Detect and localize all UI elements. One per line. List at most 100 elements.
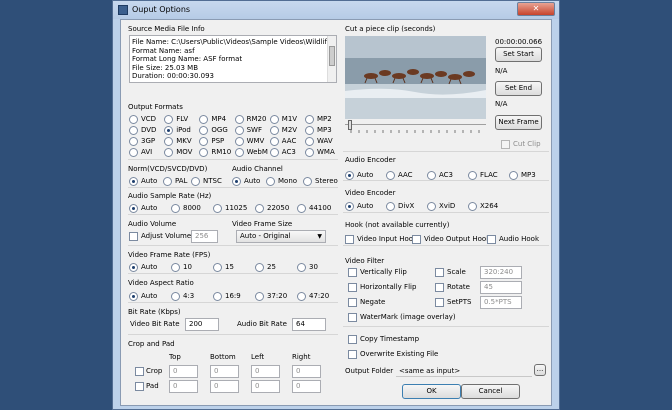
crop-bottom-field[interactable]: 0 (210, 365, 239, 378)
format-rm20-radio[interactable] (234, 115, 244, 124)
pad-bottom-field[interactable]: 0 (210, 380, 239, 393)
set-start-button[interactable]: Set Start (495, 47, 542, 62)
audio-encoder-auto-radio[interactable] (345, 171, 354, 180)
norm-auto-radio[interactable] (129, 177, 138, 186)
sample-rate-auto-radio[interactable] (129, 204, 138, 213)
format-dvd-radio[interactable] (129, 126, 138, 135)
sample-rate-44100-radio[interactable] (297, 204, 306, 213)
rotate-field[interactable]: 45 (480, 281, 522, 294)
format-mkv-radio[interactable] (164, 137, 174, 146)
norm-pal-radio[interactable] (163, 177, 172, 186)
norm-auto-label: Auto (141, 177, 158, 185)
aspect-47-20-radio[interactable] (297, 292, 306, 301)
volume-field[interactable]: 256 (191, 230, 218, 243)
scale-field[interactable]: 320:240 (480, 266, 522, 279)
negate-checkbox[interactable] (348, 298, 357, 307)
pad-left-field[interactable]: 0 (251, 380, 280, 393)
video-encoder-xvid-label: XviD (439, 202, 456, 210)
format-avi-radio[interactable] (129, 148, 138, 157)
audio-encoder-mp3-radio[interactable] (509, 171, 518, 180)
clip-slider-thumb[interactable] (348, 120, 352, 130)
set-end-button[interactable]: Set End (495, 81, 542, 96)
frame-rate-25-radio[interactable] (255, 263, 264, 272)
crop-checkbox[interactable] (135, 367, 144, 376)
format-mov-radio[interactable] (164, 148, 174, 157)
frame-rate-10-radio[interactable] (171, 263, 180, 272)
crop-right-field[interactable]: 0 (292, 365, 321, 378)
format-rm10-radio[interactable] (199, 148, 209, 157)
pad-right-field[interactable]: 0 (292, 380, 321, 393)
video-encoder-xvid-radio[interactable] (427, 202, 436, 211)
hflip-checkbox[interactable] (348, 283, 357, 292)
format-wma-radio[interactable] (305, 148, 314, 157)
aspect-16-9-radio[interactable] (213, 292, 222, 301)
ok-button[interactable]: OK (402, 384, 461, 399)
video-encoder-divx-radio[interactable] (386, 202, 395, 211)
video-bitrate-field[interactable]: 200 (185, 318, 219, 331)
window-title: Ouput Options (132, 5, 191, 14)
format-ogg-radio[interactable] (199, 126, 209, 135)
frame-rate-auto-radio[interactable] (129, 263, 138, 272)
norm-ntsc-radio[interactable] (191, 177, 200, 186)
watermark-checkbox[interactable] (348, 313, 357, 322)
setpts-field[interactable]: 0.5*PTS (480, 296, 522, 309)
format-mp4-radio[interactable] (199, 115, 209, 124)
format-vcd-radio[interactable] (129, 115, 138, 124)
close-button[interactable]: ✕ (517, 2, 555, 16)
audio-encoder-aac-radio[interactable] (386, 171, 395, 180)
audio-channel-mono-radio[interactable] (266, 177, 275, 186)
pad-top-field[interactable]: 0 (169, 380, 198, 393)
format-aac-radio[interactable] (269, 137, 279, 146)
hook-video-output-hook-checkbox[interactable] (412, 235, 421, 244)
video-encoder-auto-radio[interactable] (345, 202, 354, 211)
format-3gp-radio[interactable] (129, 137, 138, 146)
hook-video-input-hook-checkbox[interactable] (345, 235, 354, 244)
format-m2v-radio[interactable] (269, 126, 279, 135)
format-ipod-radio[interactable] (164, 126, 174, 135)
rotate-checkbox[interactable] (435, 283, 444, 292)
browse-folder-button[interactable]: ... (534, 364, 546, 376)
frame-rate-15-radio[interactable] (213, 263, 222, 272)
format-ac3-radio[interactable] (269, 148, 279, 157)
next-frame-button[interactable]: Next Frame (495, 115, 542, 130)
source-info-scrollbar[interactable] (327, 36, 336, 82)
overwrite-checkbox[interactable] (348, 350, 357, 359)
cancel-button[interactable]: Cancel (461, 384, 520, 399)
slider-ticks (350, 130, 480, 133)
audio-encoder-ac3-radio[interactable] (427, 171, 436, 180)
format-swf-radio[interactable] (234, 126, 244, 135)
video-encoder-x264-radio[interactable] (468, 202, 477, 211)
format-mp2-radio[interactable] (305, 115, 314, 124)
scale-checkbox[interactable] (435, 268, 444, 277)
crop-top-field[interactable]: 0 (169, 365, 198, 378)
frame-size-select[interactable]: Auto - Original ▼ (236, 230, 326, 243)
cut-clip-checkbox[interactable] (501, 140, 510, 149)
format-m1v-radio[interactable] (269, 115, 279, 124)
copy-timestamp-checkbox[interactable] (348, 335, 357, 344)
format-flv-radio[interactable] (164, 115, 174, 124)
format-wav-radio[interactable] (305, 137, 314, 146)
vflip-checkbox[interactable] (348, 268, 357, 277)
format-psp-radio[interactable] (199, 137, 209, 146)
format-wmv-radio[interactable] (234, 137, 244, 146)
aspect-auto-radio[interactable] (129, 292, 138, 301)
pad-checkbox[interactable] (135, 382, 144, 391)
sample-rate-22050-radio[interactable] (255, 204, 264, 213)
audio-bitrate-field[interactable]: 64 (292, 318, 326, 331)
source-info-box[interactable]: File Name: C:\Users\Public\Videos\Sample… (129, 35, 337, 83)
sample-rate-11025-radio[interactable] (213, 204, 222, 213)
clip-slider-track[interactable] (345, 124, 486, 125)
audio-channel-auto-radio[interactable] (232, 177, 241, 186)
aspect-4-3-radio[interactable] (171, 292, 180, 301)
hook-audio-hook-checkbox[interactable] (487, 235, 496, 244)
adjust-volume-checkbox[interactable] (129, 232, 138, 241)
sample-rate-8000-radio[interactable] (171, 204, 180, 213)
setpts-checkbox[interactable] (435, 298, 444, 307)
audio-channel-stereo-radio[interactable] (303, 177, 312, 186)
format-mp3-radio[interactable] (305, 126, 314, 135)
frame-rate-30-radio[interactable] (297, 263, 306, 272)
crop-left-field[interactable]: 0 (251, 365, 280, 378)
aspect-37-20-radio[interactable] (255, 292, 264, 301)
format-webm-radio[interactable] (234, 148, 244, 157)
audio-encoder-flac-radio[interactable] (468, 171, 477, 180)
